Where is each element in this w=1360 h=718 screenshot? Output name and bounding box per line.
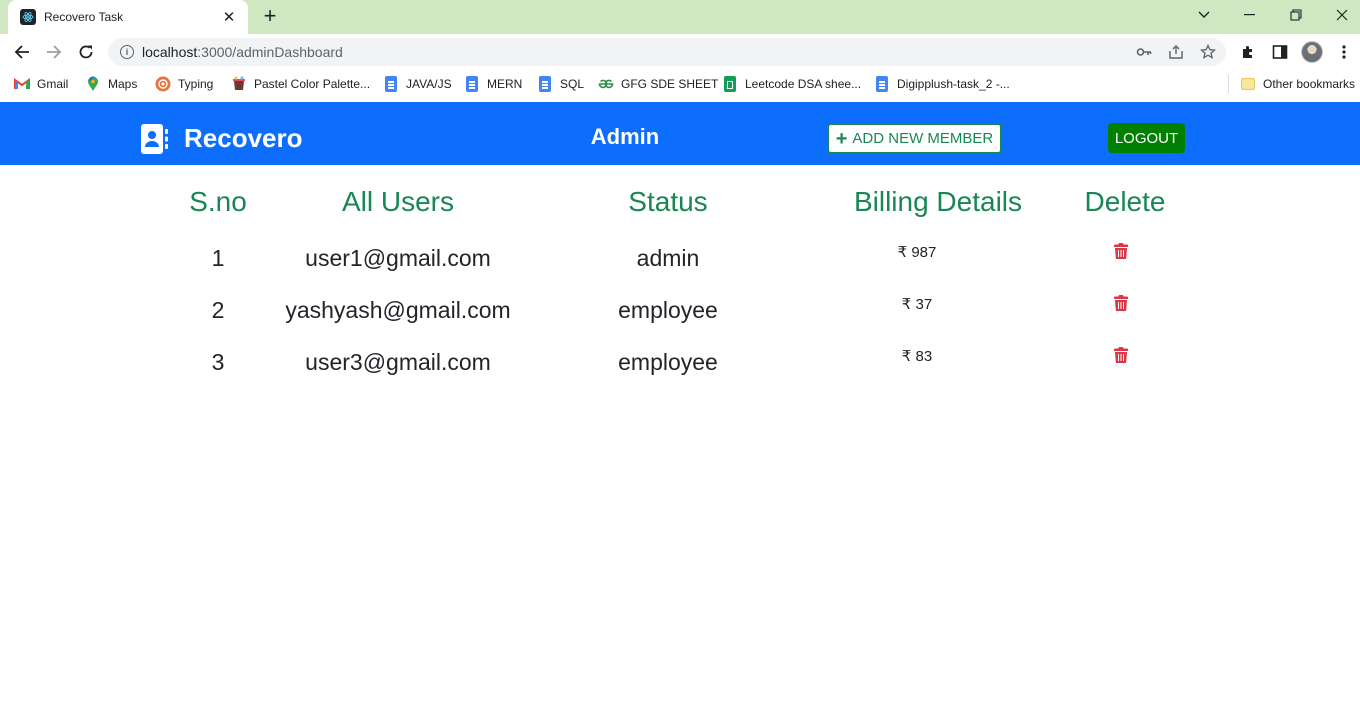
logout-button[interactable]: LOGOUT	[1108, 123, 1185, 153]
bookmark-palette[interactable]: Pastel Color Palette...	[231, 76, 370, 92]
browser-tab[interactable]: Recovero Task ✕	[8, 0, 248, 34]
new-tab-button[interactable]: +	[258, 5, 282, 29]
trash-icon[interactable]	[1114, 243, 1128, 259]
trash-icon[interactable]	[1114, 347, 1128, 363]
url-host: localhost	[142, 44, 198, 60]
bookmarks-divider	[1228, 75, 1229, 93]
header-billing: Billing Details	[853, 186, 1023, 217]
bookmark-typing[interactable]: Typing	[155, 76, 213, 92]
gfg-icon	[598, 76, 614, 92]
other-bookmarks[interactable]: Other bookmarks	[1240, 76, 1355, 92]
cell-email: user3@gmail.com	[305, 349, 491, 375]
restore-icon[interactable]	[1284, 5, 1308, 25]
bookmark-sql[interactable]: SQL	[537, 76, 584, 92]
tab-title: Recovero Task	[44, 10, 124, 24]
brand[interactable]: Recovero	[141, 123, 303, 154]
bookmark-maps[interactable]: Maps	[85, 76, 137, 92]
share-icon[interactable]	[1168, 44, 1184, 60]
header-sno: S.no	[189, 186, 247, 217]
bookmark-label: JAVA/JS	[406, 77, 452, 91]
typing-icon	[155, 76, 171, 92]
bookmark-leetcode[interactable]: Leetcode DSA shee...	[722, 76, 861, 92]
header-users: All Users	[341, 186, 454, 217]
site-info-icon[interactable]: i	[120, 45, 134, 59]
plus-icon: +	[835, 127, 848, 150]
docs-icon	[874, 76, 890, 92]
bookmarks-bar: Gmail Maps Typing Pastel Color Palette..…	[0, 70, 1360, 98]
other-bookmarks-label: Other bookmarks	[1263, 77, 1356, 91]
folder-icon	[1240, 76, 1256, 92]
palette-icon	[231, 76, 247, 92]
cell-status: employee	[618, 297, 718, 323]
close-tab-icon[interactable]: ✕	[220, 8, 238, 26]
trash-icon[interactable]	[1114, 295, 1128, 311]
menu-icon[interactable]	[1334, 42, 1354, 62]
logout-label: LOGOUT	[1114, 129, 1179, 147]
react-icon	[20, 9, 36, 25]
cell-billing: ₹ 83	[901, 348, 933, 365]
docs-icon	[383, 76, 399, 92]
docs-icon	[464, 76, 480, 92]
gmail-icon	[14, 76, 30, 92]
bookmark-label: Pastel Color Palette...	[254, 77, 371, 91]
bookmark-label: Gmail	[37, 77, 69, 91]
bookmark-gfg[interactable]: GFG SDE SHEET	[598, 76, 718, 92]
bookmark-label: MERN	[487, 77, 523, 91]
bookmark-label: SQL	[560, 77, 585, 91]
cell-email: yashyash@gmail.com	[285, 297, 511, 323]
browser-toolbar: i localhost:3000/adminDashboard	[0, 34, 1360, 70]
add-new-member-label: ADD NEW MEMBER	[852, 130, 994, 147]
bookmark-gmail[interactable]: Gmail	[14, 76, 68, 92]
maps-icon	[85, 76, 101, 92]
back-icon[interactable]	[10, 40, 34, 64]
bookmark-mern[interactable]: MERN	[464, 76, 522, 92]
close-window-icon[interactable]	[1330, 5, 1354, 25]
star-icon[interactable]	[1200, 44, 1216, 60]
bookmark-label: GFG SDE SHEET	[621, 77, 719, 91]
tab-search-icon[interactable]	[1192, 5, 1216, 25]
bookmark-label: Maps	[108, 77, 138, 91]
profile-avatar[interactable]	[1301, 41, 1323, 63]
bookmark-label: Leetcode DSA shee...	[745, 77, 862, 91]
bookmark-label: Digipplush-task_2 -...	[897, 77, 1010, 91]
cell-billing: ₹ 37	[901, 296, 933, 313]
url-path: :3000/adminDashboard	[197, 44, 343, 60]
bookmark-label: Typing	[178, 77, 214, 91]
cell-status: admin	[636, 245, 700, 271]
side-panel-icon[interactable]	[1270, 42, 1290, 62]
sheets-icon	[722, 76, 738, 92]
minimize-icon[interactable]	[1238, 5, 1262, 25]
address-bar[interactable]: i localhost:3000/adminDashboard	[108, 38, 1226, 66]
contact-card-icon	[141, 123, 168, 154]
header-delete: Delete	[1084, 186, 1166, 217]
cell-status: employee	[618, 349, 718, 375]
docs-icon	[537, 76, 553, 92]
reload-icon[interactable]	[74, 40, 98, 64]
tab-strip: Recovero Task ✕ +	[0, 0, 1360, 34]
key-icon[interactable]	[1136, 44, 1152, 60]
cell-billing: ₹ 987	[897, 244, 937, 261]
brand-name: Recovero	[184, 123, 303, 153]
extensions-icon[interactable]	[1238, 42, 1258, 62]
header-status: Status	[628, 186, 708, 217]
add-new-member-button[interactable]: + ADD NEW MEMBER	[827, 123, 1002, 154]
forward-icon[interactable]	[42, 40, 66, 64]
bookmark-javajs[interactable]: JAVA/JS	[383, 76, 452, 92]
bookmark-digipplush[interactable]: Digipplush-task_2 -...	[874, 76, 1010, 92]
page-title: Admin	[590, 124, 660, 149]
cell-email: user1@gmail.com	[305, 245, 491, 271]
